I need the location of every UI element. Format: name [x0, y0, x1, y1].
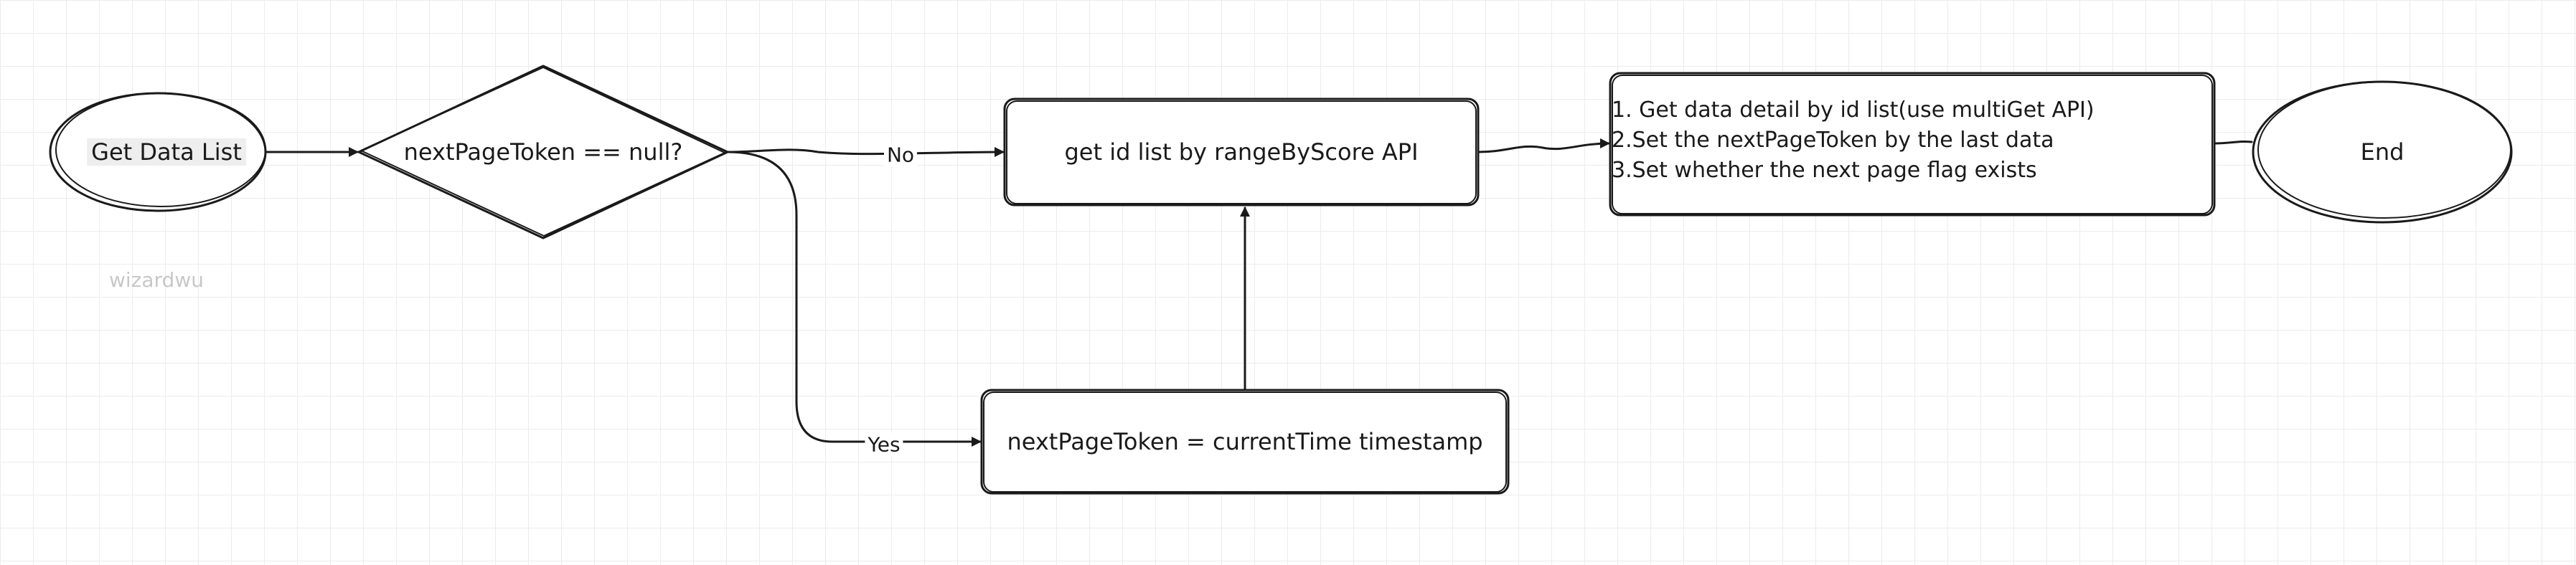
get-ids-node-label: get id list by rangeByScore API: [1064, 138, 1419, 166]
edge-label-no: No: [883, 143, 918, 167]
start-node-label: Get Data List: [87, 138, 246, 166]
watermark-text: wizardwu: [109, 268, 204, 292]
edge-process-to-end[interactable]: [2213, 140, 2253, 145]
process-node-label: 1. Get data detail by id list(use multiG…: [1612, 95, 2095, 186]
edge-label-yes: Yes: [865, 432, 903, 457]
edge-decision-to-get-ids[interactable]: [726, 147, 1005, 158]
process-line-2: 2.Set the nextPageToken by the last data: [1612, 128, 2054, 153]
diagram-canvas: Get Data List nextPageToken == null? get…: [0, 0, 2576, 565]
process-line-1: 1. Get data detail by id list(use multiG…: [1612, 98, 2095, 123]
edge-get-ids-to-process[interactable]: [1477, 138, 1610, 153]
edge-decision-to-set-token[interactable]: [726, 151, 982, 447]
flowchart-svg: [49, 65, 2513, 495]
decision-node-label: nextPageToken == null?: [403, 138, 683, 166]
set-token-node-label: nextPageToken = currentTime timestamp: [1007, 428, 1483, 455]
start-node-text: Get Data List: [87, 138, 246, 166]
end-node-label: End: [2360, 138, 2405, 166]
process-line-3: 3.Set whether the next page flag exists: [1612, 158, 2037, 183]
